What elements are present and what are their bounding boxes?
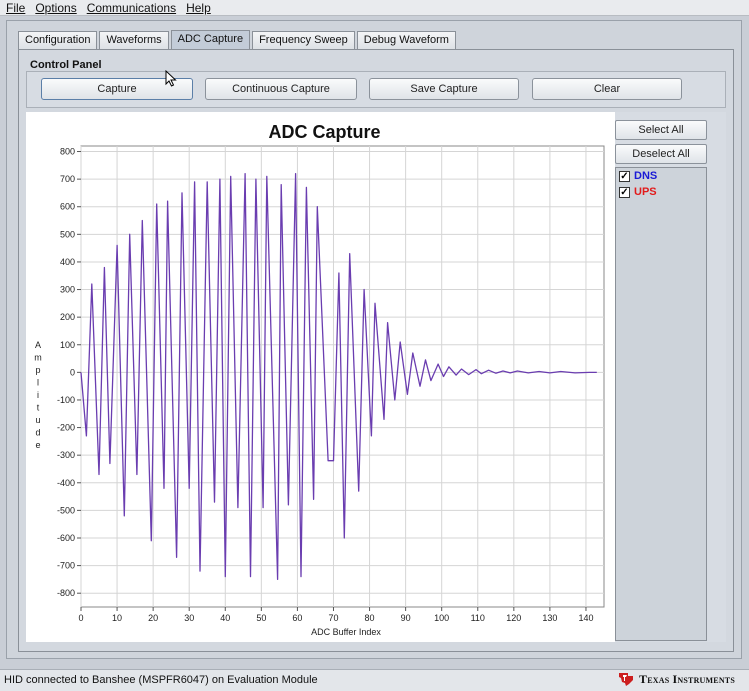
y-tick-label: -700 <box>57 561 75 571</box>
ti-logo: Texas Instruments <box>617 669 735 689</box>
x-tick-label: 0 <box>78 613 83 623</box>
y-tick-label: 800 <box>60 147 75 157</box>
ups-checkbox[interactable]: ✓ <box>619 186 630 198</box>
select-all-button[interactable]: Select All <box>615 120 707 140</box>
ti-logo-text: Texas Instruments <box>639 671 735 686</box>
y-tick-label: 400 <box>60 257 75 267</box>
ti-logo-icon <box>619 673 633 686</box>
menu-bar: File Options Communications Help <box>0 0 749 16</box>
adc-capture-chart: 8007006005004003002001000-100-200-300-40… <box>34 145 605 637</box>
y-tick-label: -300 <box>57 450 75 460</box>
series-item-dns[interactable]: ✓ DNS <box>619 169 657 183</box>
x-tick-label: 30 <box>184 613 194 623</box>
tab-bar: Configuration Waveforms ADC Capture Freq… <box>18 30 458 49</box>
tab-frequency-sweep[interactable]: Frequency Sweep <box>252 31 355 49</box>
y-tick-label: -400 <box>57 478 75 488</box>
clear-button[interactable]: Clear <box>532 78 682 100</box>
y-tick-label: 600 <box>60 202 75 212</box>
y-tick-label: -600 <box>57 533 75 543</box>
y-axis-label-letter: l <box>37 378 39 388</box>
y-tick-label: 100 <box>60 340 75 350</box>
y-axis-label-letter: d <box>35 428 40 438</box>
x-tick-label: 120 <box>506 613 521 623</box>
tab-debug-waveform[interactable]: Debug Waveform <box>356 31 456 49</box>
tab-adc-capture[interactable]: ADC Capture <box>170 30 251 49</box>
y-axis-label-letter: e <box>35 440 40 450</box>
x-tick-label: 40 <box>220 613 230 623</box>
y-axis-label-letter: i <box>37 390 39 400</box>
tab-configuration[interactable]: Configuration <box>18 31 98 49</box>
x-tick-label: 70 <box>328 613 338 623</box>
x-tick-label: 50 <box>256 613 266 623</box>
y-tick-label: 700 <box>60 174 75 184</box>
control-panel-label: Control Panel <box>30 59 102 71</box>
y-tick-label: 200 <box>60 312 75 322</box>
x-tick-label: 10 <box>112 613 122 623</box>
tab-waveforms[interactable]: Waveforms <box>99 31 169 49</box>
x-tick-label: 20 <box>148 613 158 623</box>
y-tick-label: 0 <box>70 367 75 377</box>
x-tick-label: 140 <box>578 613 593 623</box>
mouse-cursor-icon <box>165 70 177 87</box>
x-tick-label: 90 <box>401 613 411 623</box>
y-axis-label-letter: p <box>35 365 40 375</box>
x-tick-label: 130 <box>542 613 557 623</box>
y-axis-label-letter: m <box>34 353 42 363</box>
series-label-dns: DNS <box>634 170 658 182</box>
y-tick-label: -200 <box>57 423 75 433</box>
dns-checkbox[interactable]: ✓ <box>619 170 630 182</box>
y-axis-label: Amplitude <box>34 340 42 450</box>
y-tick-label: 500 <box>60 229 75 239</box>
continuous-capture-button[interactable]: Continuous Capture <box>205 78 357 100</box>
series-list <box>615 167 707 641</box>
y-axis-label-letter: A <box>35 340 41 350</box>
x-tick-label: 60 <box>292 613 302 623</box>
x-tick-label: 80 <box>365 613 375 623</box>
y-tick-label: -500 <box>57 505 75 515</box>
status-text: HID connected to Banshee (MSPFR6047) on … <box>4 674 318 686</box>
series-label-ups: UPS <box>634 186 657 198</box>
y-axis-label-letter: t <box>37 403 40 413</box>
x-tick-label: 110 <box>471 613 485 623</box>
menu-communications[interactable]: Communications <box>87 1 176 15</box>
menu-options[interactable]: Options <box>35 1 76 15</box>
menu-file[interactable]: File <box>6 1 25 15</box>
series-item-ups[interactable]: ✓ UPS <box>619 185 657 199</box>
y-tick-label: -100 <box>57 395 75 405</box>
y-tick-label: -800 <box>57 588 75 598</box>
x-axis-label: ADC Buffer Index <box>311 627 381 637</box>
y-axis-label-letter: u <box>35 415 40 425</box>
y-tick-label: 300 <box>60 285 75 295</box>
x-tick-label: 100 <box>434 613 449 623</box>
save-capture-button[interactable]: Save Capture <box>369 78 519 100</box>
deselect-all-button[interactable]: Deselect All <box>615 144 707 164</box>
menu-help[interactable]: Help <box>186 1 211 15</box>
